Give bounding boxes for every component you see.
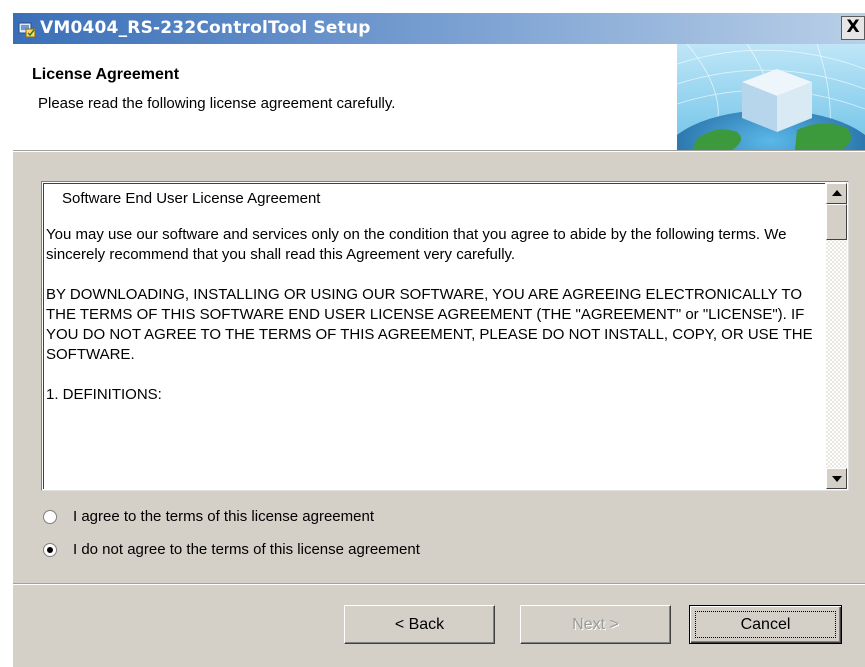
license-scrollbar[interactable] <box>826 183 847 489</box>
license-paragraph: You may use our software and services on… <box>46 226 787 263</box>
agree-radio[interactable] <box>43 510 57 524</box>
license-text-content: Software End User License Agreement You … <box>43 183 825 489</box>
disagree-label[interactable]: I do not agree to the terms of this lice… <box>73 541 420 558</box>
setup-banner-image <box>677 44 865 150</box>
scroll-up-button[interactable] <box>826 183 847 204</box>
license-title: Software End User License Agreement <box>62 190 321 207</box>
title-bar[interactable]: VM0404_RS-232ControlTool Setup X <box>13 13 865 44</box>
installer-app-icon <box>18 22 36 38</box>
next-button-label: Next > <box>572 615 619 633</box>
arrow-down-icon <box>832 476 842 482</box>
setup-window: VM0404_RS-232ControlTool Setup X License… <box>13 13 865 667</box>
scroll-down-button[interactable] <box>826 468 847 489</box>
scroll-thumb[interactable] <box>826 204 847 240</box>
cancel-button[interactable]: Cancel <box>689 605 842 644</box>
disagree-radio[interactable] <box>43 543 57 557</box>
focus-rectangle <box>695 611 836 638</box>
radio-selected-dot <box>47 547 53 553</box>
license-paragraph: BY DOWNLOADING, INSTALLING OR USING OUR … <box>46 286 813 363</box>
footer-divider <box>13 583 865 585</box>
arrow-up-icon <box>832 190 842 196</box>
close-button[interactable]: X <box>841 16 865 40</box>
agree-label[interactable]: I agree to the terms of this license agr… <box>73 508 374 525</box>
license-text-box[interactable]: Software End User License Agreement You … <box>41 181 849 491</box>
wizard-header: License Agreement Please read the follow… <box>13 44 865 151</box>
window-title: VM0404_RS-232ControlTool Setup <box>40 18 371 38</box>
header-divider <box>13 151 865 153</box>
back-button[interactable]: < Back <box>344 605 495 644</box>
next-button[interactable]: Next > <box>520 605 671 644</box>
license-paragraph: 1. DEFINITIONS: <box>46 386 162 403</box>
page-subtitle: Please read the following license agreem… <box>38 95 396 112</box>
close-icon: X <box>846 17 860 37</box>
page-title: License Agreement <box>32 66 180 83</box>
back-button-label: < Back <box>394 615 445 633</box>
